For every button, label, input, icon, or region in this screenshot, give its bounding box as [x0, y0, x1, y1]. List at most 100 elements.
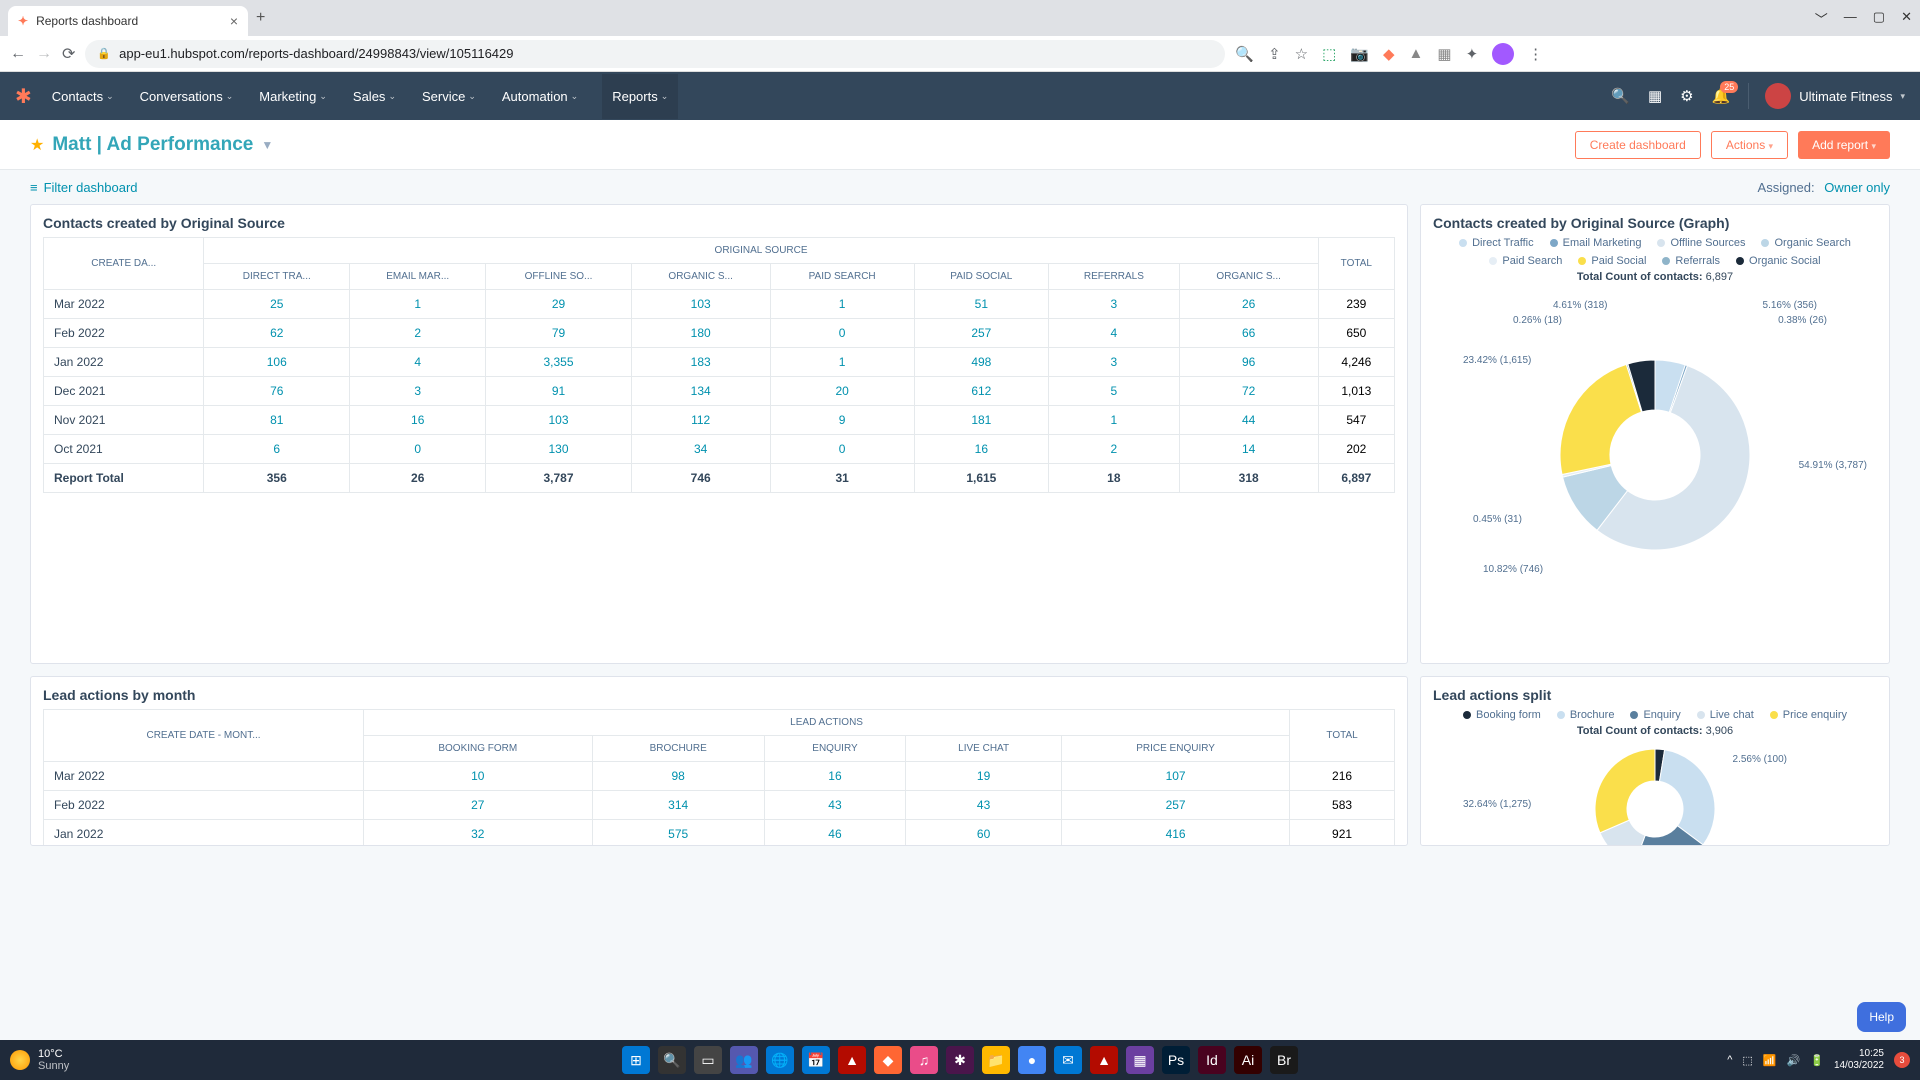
- legend-item[interactable]: Price enquiry: [1770, 709, 1847, 721]
- pie-slice[interactable]: [1560, 364, 1641, 474]
- tray-icon[interactable]: ⬚: [1742, 1054, 1752, 1067]
- cell-value[interactable]: 180: [631, 319, 770, 348]
- taskbar-start-icon[interactable]: ⊞: [622, 1046, 650, 1074]
- taskbar-files-icon[interactable]: 📁: [982, 1046, 1010, 1074]
- nav-item-sales[interactable]: Sales ⌄: [351, 89, 398, 104]
- cell-value[interactable]: 27: [364, 791, 593, 820]
- cell-value[interactable]: 134: [631, 377, 770, 406]
- legend-item[interactable]: Organic Social: [1736, 255, 1821, 267]
- cell-value[interactable]: 20: [770, 377, 914, 406]
- cell-value[interactable]: 62: [204, 319, 350, 348]
- cell-value[interactable]: 25: [204, 290, 350, 319]
- star-icon[interactable]: ☆: [1295, 45, 1308, 63]
- nav-item-marketing[interactable]: Marketing ⌄: [257, 89, 329, 104]
- cell-value[interactable]: 3: [350, 377, 486, 406]
- pie-slice[interactable]: [1659, 750, 1715, 845]
- cell-value[interactable]: 4: [1049, 319, 1180, 348]
- maximize-icon[interactable]: ▢: [1873, 9, 1885, 28]
- tray-chevron-icon[interactable]: ^: [1727, 1054, 1732, 1066]
- hubspot-logo-icon[interactable]: ✱: [15, 84, 32, 109]
- cell-value[interactable]: 107: [1062, 762, 1290, 791]
- cell-value[interactable]: 2: [1049, 435, 1180, 464]
- cell-value[interactable]: 29: [486, 290, 631, 319]
- taskbar-slack-icon[interactable]: ✱: [946, 1046, 974, 1074]
- notification-badge[interactable]: 3: [1894, 1052, 1910, 1068]
- legend-item[interactable]: Paid Social: [1578, 255, 1646, 267]
- cell-value[interactable]: 103: [631, 290, 770, 319]
- taskbar-teams-icon[interactable]: 👥: [730, 1046, 758, 1074]
- cell-value[interactable]: 0: [770, 319, 914, 348]
- add-report-button[interactable]: Add report ▾: [1798, 131, 1890, 159]
- back-icon[interactable]: ←: [10, 45, 26, 63]
- cell-value[interactable]: 257: [1062, 791, 1290, 820]
- nav-item-service[interactable]: Service ⌄: [420, 89, 478, 104]
- cell-value[interactable]: 106: [204, 348, 350, 377]
- cell-value[interactable]: 3: [1049, 348, 1180, 377]
- create-dashboard-button[interactable]: Create dashboard: [1575, 131, 1701, 159]
- volume-icon[interactable]: 🔊: [1787, 1054, 1801, 1067]
- share-icon[interactable]: ⇪: [1268, 45, 1281, 63]
- cell-value[interactable]: 6: [204, 435, 350, 464]
- legend-item[interactable]: Direct Traffic: [1459, 237, 1534, 249]
- cell-value[interactable]: 46: [764, 820, 905, 847]
- help-button[interactable]: Help: [1857, 1002, 1906, 1032]
- cell-value[interactable]: 130: [486, 435, 631, 464]
- taskbar-itunes-icon[interactable]: ♫: [910, 1046, 938, 1074]
- settings-icon[interactable]: ⚙: [1680, 87, 1693, 105]
- legend-item[interactable]: Referrals: [1662, 255, 1720, 267]
- cell-value[interactable]: 51: [914, 290, 1048, 319]
- legend-item[interactable]: Brochure: [1557, 709, 1615, 721]
- profile-avatar[interactable]: [1492, 43, 1514, 65]
- cell-value[interactable]: 103: [486, 406, 631, 435]
- legend-item[interactable]: Email Marketing: [1550, 237, 1642, 249]
- taskbar-chrome-icon[interactable]: ●: [1018, 1046, 1046, 1074]
- nav-item-automation[interactable]: Automation ⌄: [500, 89, 580, 104]
- extension-icon[interactable]: ◆: [1383, 45, 1395, 63]
- new-tab-button[interactable]: +: [256, 9, 265, 27]
- cell-value[interactable]: 16: [914, 435, 1048, 464]
- cell-value[interactable]: 43: [906, 791, 1062, 820]
- filter-dashboard-link[interactable]: ≡ Filter dashboard: [30, 180, 138, 195]
- legend-item[interactable]: Live chat: [1697, 709, 1754, 721]
- cell-value[interactable]: 66: [1179, 319, 1318, 348]
- wifi-icon[interactable]: 📶: [1763, 1054, 1777, 1067]
- cell-value[interactable]: 10: [364, 762, 593, 791]
- search-icon[interactable]: 🔍: [1611, 87, 1630, 105]
- cell-value[interactable]: 3: [1049, 290, 1180, 319]
- cell-value[interactable]: 76: [204, 377, 350, 406]
- taskbar-acrobat2-icon[interactable]: ▲: [1090, 1046, 1118, 1074]
- minimize-icon[interactable]: —: [1844, 9, 1857, 28]
- extension-icon[interactable]: ⬚: [1322, 45, 1336, 63]
- cell-value[interactable]: 0: [350, 435, 486, 464]
- taskbar-ai-icon[interactable]: Ai: [1234, 1046, 1262, 1074]
- cell-value[interactable]: 79: [486, 319, 631, 348]
- cell-value[interactable]: 96: [1179, 348, 1318, 377]
- marketplace-icon[interactable]: ▦: [1648, 87, 1662, 105]
- legend-item[interactable]: Offline Sources: [1657, 237, 1745, 249]
- assigned-value-link[interactable]: Owner only: [1824, 180, 1890, 195]
- actions-button[interactable]: Actions ▾: [1711, 131, 1788, 159]
- legend-item[interactable]: Paid Search: [1489, 255, 1562, 267]
- nav-item-reports[interactable]: Reports ⌄: [602, 74, 678, 119]
- cell-value[interactable]: 98: [592, 762, 764, 791]
- cell-value[interactable]: 44: [1179, 406, 1318, 435]
- dashboard-title[interactable]: Matt | Ad Performance: [52, 134, 253, 156]
- reload-icon[interactable]: ⟳: [62, 44, 75, 64]
- cell-value[interactable]: 43: [764, 791, 905, 820]
- clock[interactable]: 10:2514/03/2022: [1834, 1048, 1884, 1072]
- nav-item-contacts[interactable]: Contacts ⌄: [50, 89, 116, 104]
- cell-value[interactable]: 3,355: [486, 348, 631, 377]
- cell-value[interactable]: 0: [770, 435, 914, 464]
- nav-item-conversations[interactable]: Conversations ⌄: [138, 89, 236, 104]
- cell-value[interactable]: 1: [1049, 406, 1180, 435]
- cell-value[interactable]: 14: [1179, 435, 1318, 464]
- cell-value[interactable]: 5: [1049, 377, 1180, 406]
- extension-icon[interactable]: ▦: [1437, 45, 1451, 63]
- taskbar-mail-icon[interactable]: ✉: [1054, 1046, 1082, 1074]
- cell-value[interactable]: 314: [592, 791, 764, 820]
- cell-value[interactable]: 1: [770, 348, 914, 377]
- cell-value[interactable]: 181: [914, 406, 1048, 435]
- cell-value[interactable]: 498: [914, 348, 1048, 377]
- taskbar-app-icon[interactable]: ◆: [874, 1046, 902, 1074]
- cell-value[interactable]: 575: [592, 820, 764, 847]
